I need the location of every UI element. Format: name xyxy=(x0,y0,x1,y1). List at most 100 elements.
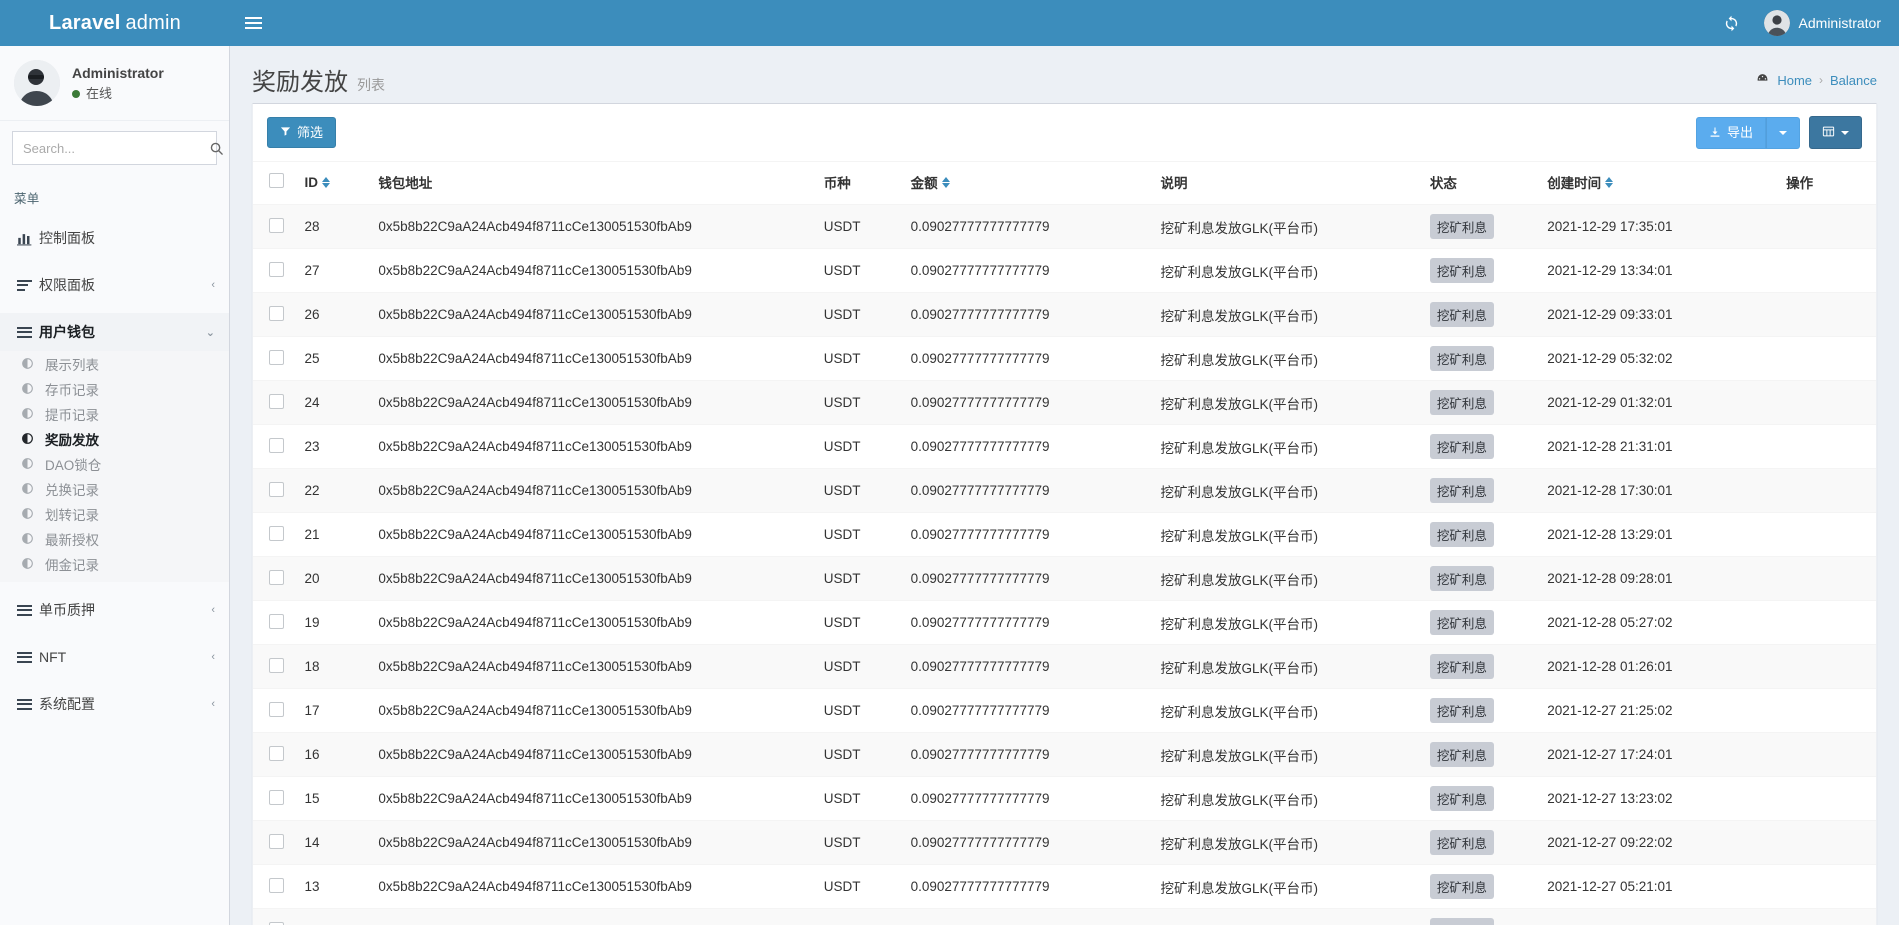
row-checkbox[interactable] xyxy=(269,877,284,893)
row-select-cell[interactable] xyxy=(253,556,297,601)
row-checkbox[interactable] xyxy=(269,833,284,849)
cell-operation[interactable] xyxy=(1778,644,1876,689)
table-row[interactable]: 120x5b8b22C9aA24Acb494f8711cCe130051530f… xyxy=(253,908,1876,925)
sidebar-item-reward-issue[interactable]: 奖励发放 xyxy=(0,426,229,451)
row-select-cell[interactable] xyxy=(253,688,297,733)
row-select-cell[interactable] xyxy=(253,512,297,557)
export-button[interactable]: 导出 xyxy=(1695,116,1766,149)
table-row[interactable]: 25 0x5b8b22C9aA24Acb494f8711cCe130051530f… xyxy=(253,336,1876,381)
sidebar-item-permissions[interactable]: 权限面板 ‹ xyxy=(0,266,229,304)
row-checkbox[interactable] xyxy=(269,437,284,453)
row-checkbox[interactable] xyxy=(269,701,284,717)
table-row[interactable]: 13 0x5b8b22C9aA24Acb494f8711cCe130051530f… xyxy=(253,864,1876,909)
search-input[interactable] xyxy=(13,132,209,164)
row-select-cell[interactable] xyxy=(253,204,297,249)
row-select-cell[interactable] xyxy=(253,644,297,689)
table-row[interactable]: 17 0x5b8b22C9aA24Acb494f8711cCe130051530f… xyxy=(253,688,1876,733)
sidebar-item-single-coin-staking[interactable]: 单币质押 ‹ xyxy=(0,591,229,629)
row-checkbox[interactable] xyxy=(269,305,284,321)
cell-operation[interactable] xyxy=(1778,776,1876,821)
select-all-checkbox[interactable] xyxy=(269,173,284,188)
app-logo[interactable]: Laravel admin xyxy=(0,0,230,46)
table-row[interactable]: 20 0x5b8b22C9aA24Acb494f8711cCe130051530f… xyxy=(253,556,1876,601)
table-row[interactable]: 28 0x5b8b22C9aA24Acb494f8711cCe130051530f… xyxy=(253,204,1876,249)
row-checkbox[interactable] xyxy=(269,217,284,233)
cell-operation[interactable] xyxy=(1778,908,1876,925)
cell-operation[interactable] xyxy=(1778,864,1876,909)
sidebar-item-exchange-records[interactable]: 兑换记录 xyxy=(0,476,229,501)
table-row[interactable]: 16 0x5b8b22C9aA24Acb494f8711cCe130051530f… xyxy=(253,732,1876,777)
sidebar-item-system-config[interactable]: 系统配置 ‹ xyxy=(0,685,229,723)
row-select-cell[interactable] xyxy=(253,292,297,337)
sidebar-item-withdraw-records[interactable]: 提币记录 xyxy=(0,401,229,426)
sidebar-item-nft[interactable]: NFT ‹ xyxy=(0,638,229,676)
row-checkbox[interactable] xyxy=(269,569,284,585)
table-row[interactable]: 26 0x5b8b22C9aA24Acb494f8711cCe130051530f… xyxy=(253,292,1876,337)
export-dropdown-toggle[interactable] xyxy=(1766,116,1800,149)
row-select-cell[interactable] xyxy=(253,248,297,293)
sidebar-item-latest-auth[interactable]: 最新授权 xyxy=(0,526,229,551)
sidebar-toggle-button[interactable] xyxy=(230,0,276,46)
cell-operation[interactable] xyxy=(1778,248,1876,293)
sidebar-item-dashboard[interactable]: 控制面板 xyxy=(0,219,229,257)
cell-operation[interactable] xyxy=(1778,556,1876,601)
header-amount[interactable]: 金额 xyxy=(902,161,1153,205)
cell-operation[interactable] xyxy=(1778,820,1876,865)
cell-operation[interactable] xyxy=(1778,380,1876,425)
row-select-cell[interactable] xyxy=(253,732,297,777)
row-select-cell[interactable] xyxy=(253,336,297,381)
row-select-cell[interactable] xyxy=(253,908,297,925)
table-row[interactable]: 21 0x5b8b22C9aA24Acb494f8711cCe130051530f… xyxy=(253,512,1876,557)
breadcrumb-link-home[interactable]: Home xyxy=(1777,73,1812,88)
row-select-cell[interactable] xyxy=(253,820,297,865)
row-select-cell[interactable] xyxy=(253,776,297,821)
row-checkbox[interactable] xyxy=(269,525,284,541)
table-row[interactable]: 23 0x5b8b22C9aA24Acb494f8711cCe130051530f… xyxy=(253,424,1876,469)
cell-operation[interactable] xyxy=(1778,292,1876,337)
header-id[interactable]: ID xyxy=(296,161,371,205)
column-selector-button[interactable] xyxy=(1809,116,1862,149)
row-checkbox[interactable] xyxy=(269,789,284,805)
sidebar-item-dao-lock[interactable]: DAO锁仓 xyxy=(0,451,229,476)
refresh-button[interactable] xyxy=(1709,0,1754,46)
row-select-cell[interactable] xyxy=(253,380,297,425)
cell-operation[interactable] xyxy=(1778,424,1876,469)
breadcrumb-link-balance[interactable]: Balance xyxy=(1830,73,1877,88)
search-button[interactable] xyxy=(209,132,224,164)
filter-button[interactable]: 筛选 xyxy=(267,117,337,148)
row-checkbox[interactable] xyxy=(269,349,284,365)
sort-icon[interactable] xyxy=(1605,176,1614,188)
row-checkbox[interactable] xyxy=(269,261,284,277)
row-checkbox[interactable] xyxy=(269,481,284,497)
table-row[interactable]: 22 0x5b8b22C9aA24Acb494f8711cCe130051530f… xyxy=(253,468,1876,513)
row-checkbox[interactable] xyxy=(269,745,284,761)
cell-operation[interactable] xyxy=(1778,732,1876,777)
row-select-cell[interactable] xyxy=(253,864,297,909)
header-select-all[interactable] xyxy=(253,161,297,205)
table-row[interactable]: 19 0x5b8b22C9aA24Acb494f8711cCe130051530f… xyxy=(253,600,1876,645)
sidebar-item-deposit-records[interactable]: 存币记录 xyxy=(0,376,229,401)
table-row[interactable]: 18 0x5b8b22C9aA24Acb494f8711cCe130051530f… xyxy=(253,644,1876,689)
cell-operation[interactable] xyxy=(1778,336,1876,381)
cell-operation[interactable] xyxy=(1778,688,1876,733)
sort-icon[interactable] xyxy=(321,176,330,188)
cell-operation[interactable] xyxy=(1778,512,1876,557)
header-created[interactable]: 创建时间 xyxy=(1539,161,1779,205)
cell-operation[interactable] xyxy=(1778,600,1876,645)
row-checkbox[interactable] xyxy=(269,921,284,925)
row-checkbox[interactable] xyxy=(269,393,284,409)
sort-icon[interactable] xyxy=(941,176,950,188)
table-row[interactable]: 24 0x5b8b22C9aA24Acb494f8711cCe130051530f… xyxy=(253,380,1876,425)
sidebar-search-form[interactable] xyxy=(12,131,223,165)
table-row[interactable]: 27 0x5b8b22C9aA24Acb494f8711cCe130051530f… xyxy=(253,248,1876,293)
cell-operation[interactable] xyxy=(1778,204,1876,249)
table-row[interactable]: 14 0x5b8b22C9aA24Acb494f8711cCe130051530f… xyxy=(253,820,1876,865)
row-checkbox[interactable] xyxy=(269,613,284,629)
cell-operation[interactable] xyxy=(1778,468,1876,513)
table-row[interactable]: 15 0x5b8b22C9aA24Acb494f8711cCe130051530f… xyxy=(253,776,1876,821)
user-menu[interactable]: Administrator xyxy=(1754,0,1899,46)
sidebar-item-transfer-records[interactable]: 划转记录 xyxy=(0,501,229,526)
row-checkbox[interactable] xyxy=(269,657,284,673)
sidebar-item-display-list[interactable]: 展示列表 xyxy=(0,351,229,376)
row-select-cell[interactable] xyxy=(253,600,297,645)
